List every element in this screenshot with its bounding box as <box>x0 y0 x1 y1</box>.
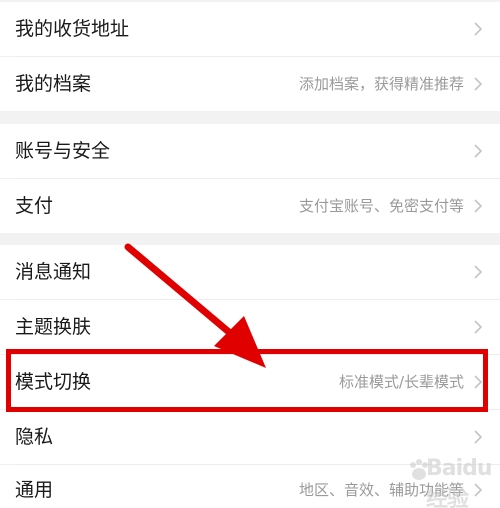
settings-item-my-profile[interactable]: 我的档案 添加档案，获得精准推荐 <box>0 57 500 111</box>
settings-item-label: 模式切换 <box>15 371 92 393</box>
chevron-right-icon <box>474 22 483 36</box>
chevron-right-icon <box>474 375 483 389</box>
settings-item-value: 支付宝账号、免密支付等 <box>298 197 464 215</box>
chevron-right-icon <box>474 77 483 91</box>
settings-item-label: 主题换肤 <box>15 316 92 338</box>
settings-item-privacy[interactable]: 隐私 <box>0 410 500 464</box>
chevron-right-icon <box>474 265 483 279</box>
settings-item-value: 地区、音效、辅助功能等 <box>298 481 464 499</box>
chevron-right-icon <box>474 430 483 444</box>
settings-item-shipping-address[interactable]: 我的收货地址 <box>0 2 500 56</box>
settings-item-label: 消息通知 <box>15 261 92 283</box>
settings-item-notifications[interactable]: 消息通知 <box>0 245 500 299</box>
settings-item-mode-switch[interactable]: 模式切换 标准模式/长辈模式 <box>0 355 500 409</box>
chevron-right-icon <box>474 144 483 158</box>
settings-item-theme-skin[interactable]: 主题换肤 <box>0 300 500 354</box>
settings-item-label: 支付 <box>15 195 54 217</box>
settings-item-label: 账号与安全 <box>15 140 111 162</box>
chevron-right-icon <box>474 483 483 497</box>
settings-item-label: 隐私 <box>15 426 54 448</box>
chevron-right-icon <box>474 199 483 213</box>
settings-screen: 我的收货地址 我的档案 添加档案，获得精准推荐 账号与安全 支付 支付宝账号、免… <box>0 0 500 508</box>
settings-item-label: 我的档案 <box>15 73 92 95</box>
settings-item-general[interactable]: 通用 地区、音效、辅助功能等 <box>0 465 500 508</box>
settings-item-label: 我的收货地址 <box>15 18 130 40</box>
settings-item-value: 标准模式/长辈模式 <box>338 373 464 391</box>
settings-item-label: 通用 <box>15 479 54 501</box>
settings-item-account-security[interactable]: 账号与安全 <box>0 124 500 178</box>
settings-item-payment[interactable]: 支付 支付宝账号、免密支付等 <box>0 179 500 233</box>
chevron-right-icon <box>474 320 483 334</box>
settings-item-value: 添加档案，获得精准推荐 <box>298 75 464 93</box>
